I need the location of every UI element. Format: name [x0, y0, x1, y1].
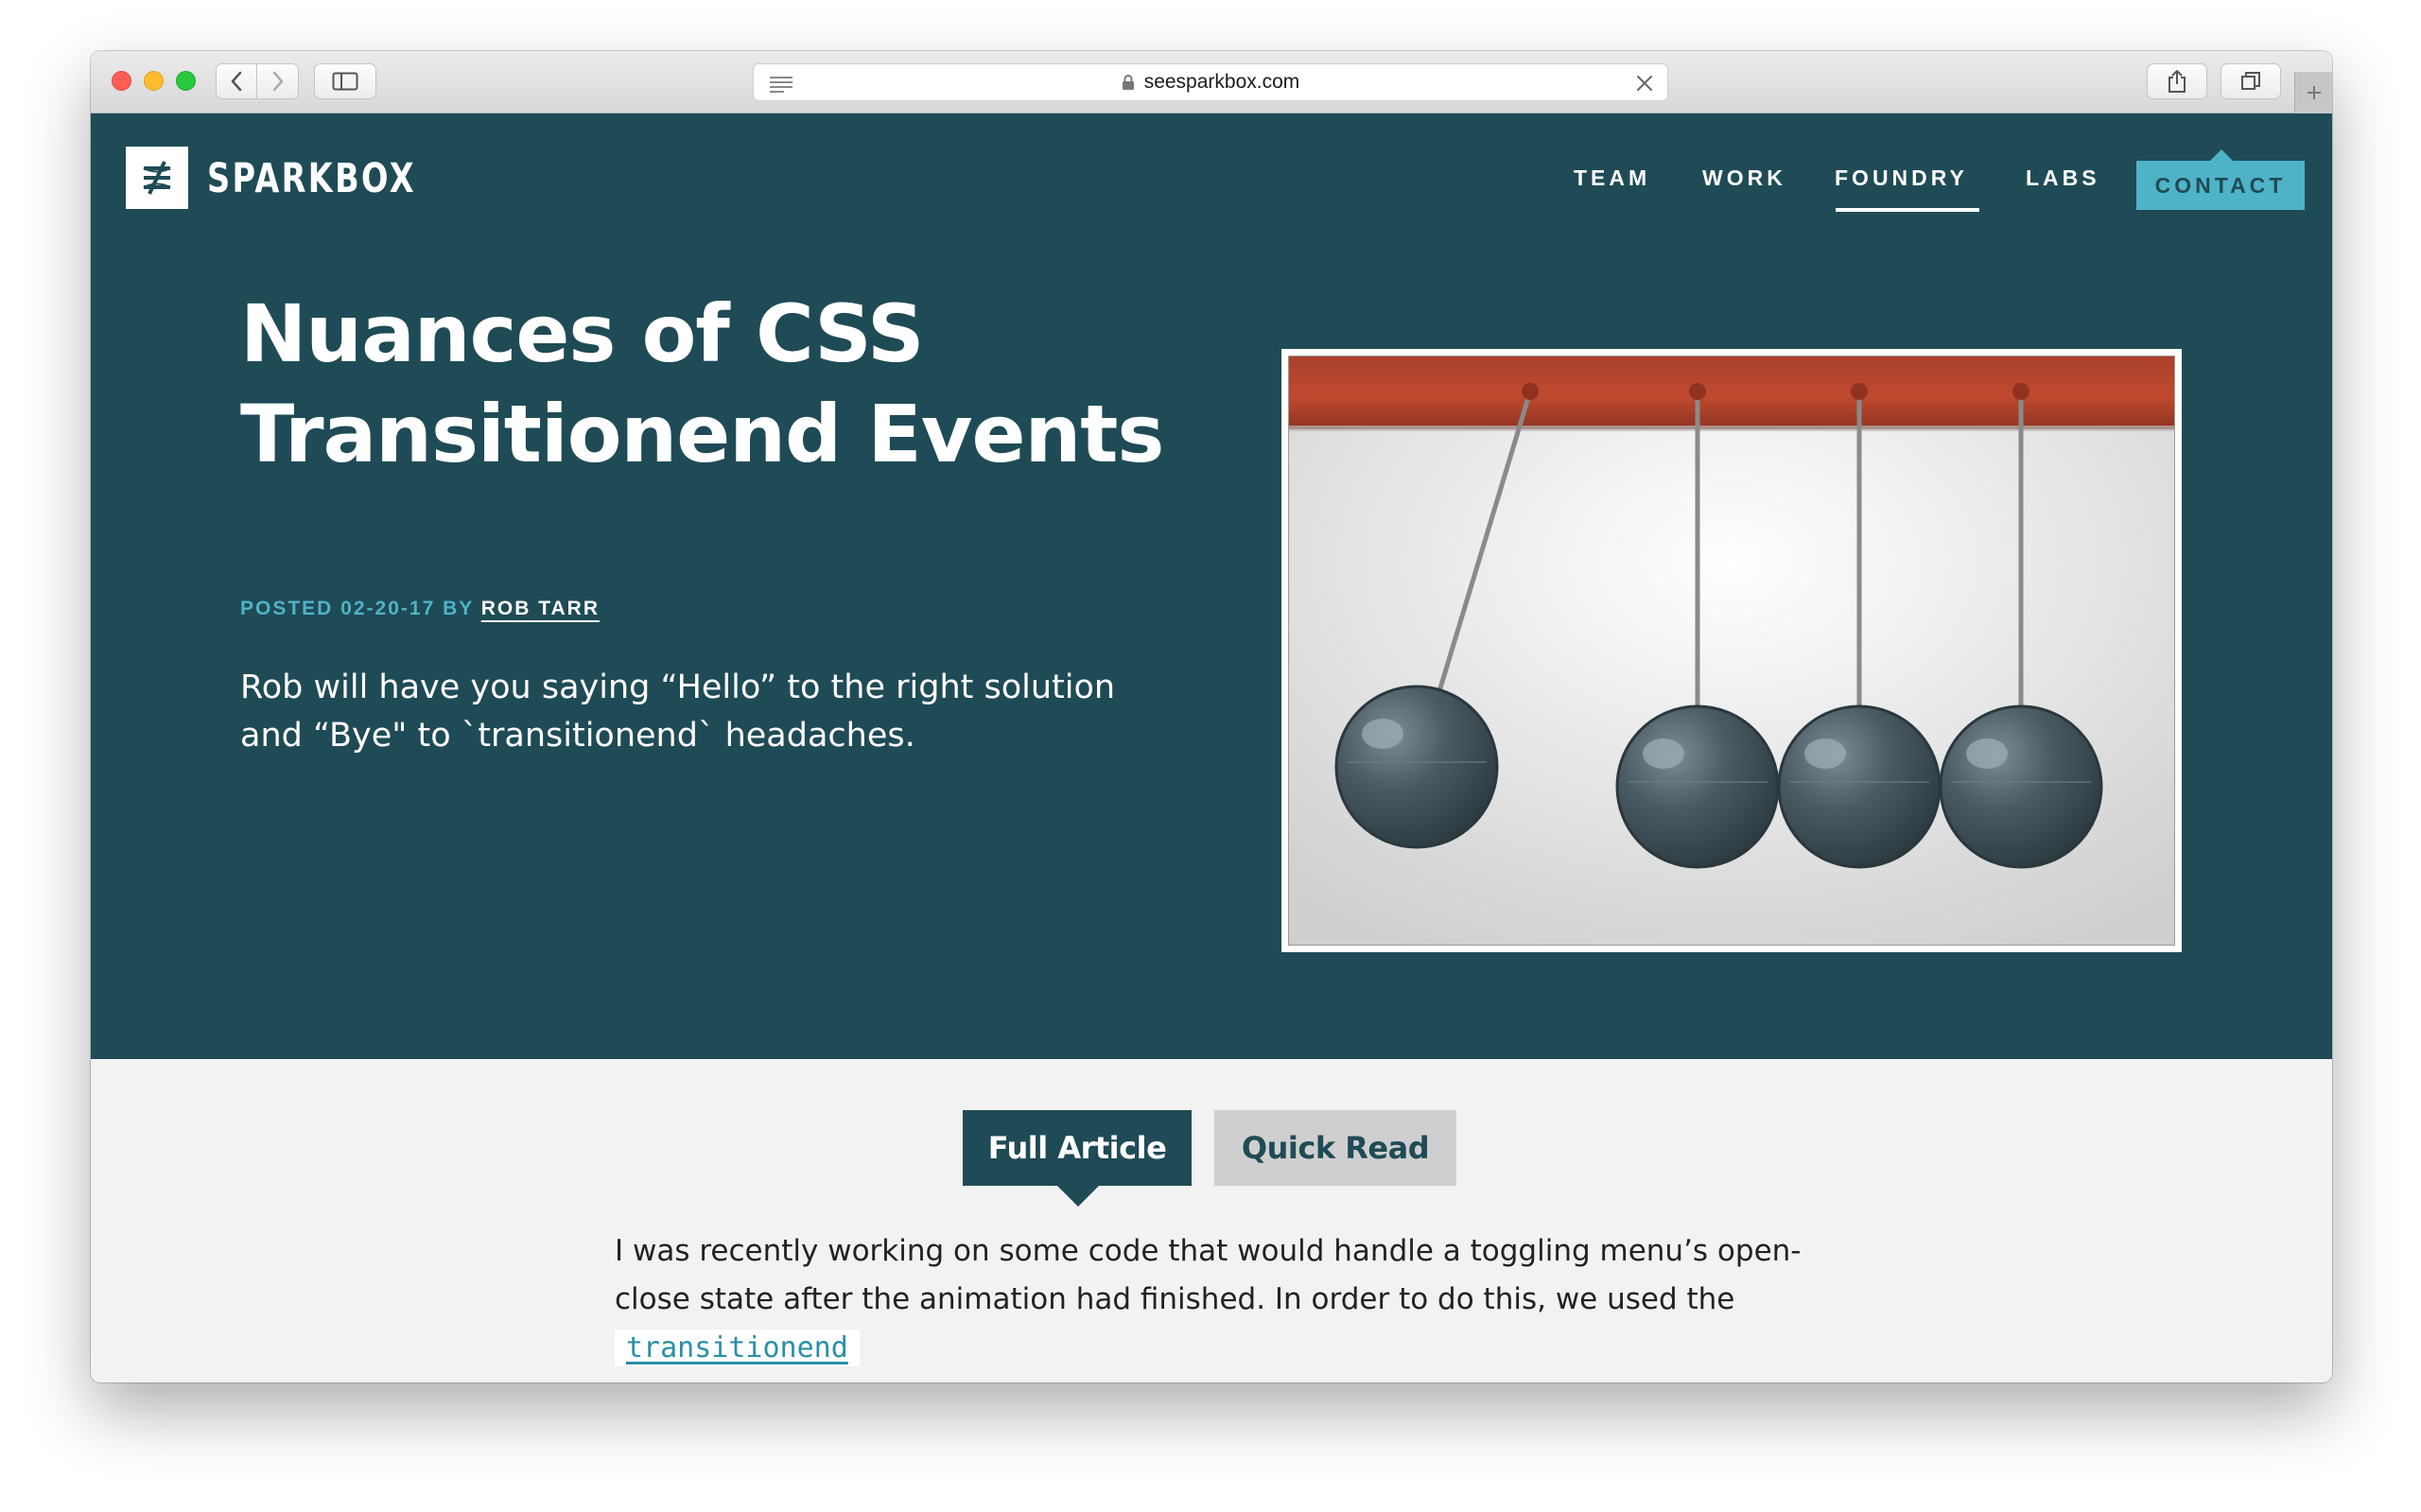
nav-work[interactable]: WORK	[1702, 161, 1786, 195]
nav-active-indicator	[1836, 208, 1979, 212]
sidebar-icon	[332, 72, 358, 91]
close-window-button[interactable]	[112, 71, 131, 91]
post-title-line-1: Nuances of CSS	[240, 287, 925, 380]
newtons-cradle-art	[1288, 356, 2175, 946]
newtons-cradle-illustration	[1281, 349, 2182, 952]
browser-toolbar: seesparkbox.com	[91, 51, 2332, 113]
post-title: Nuances of CSS Transitionend Events	[240, 284, 1186, 484]
sidebar-button[interactable]	[314, 63, 376, 99]
plus-icon	[2307, 86, 2321, 99]
nav-foundry[interactable]: FOUNDRY	[1835, 161, 1968, 195]
tabs-icon	[2241, 72, 2260, 90]
minimize-window-button[interactable]	[144, 71, 164, 91]
sparkbox-logo-text[interactable]: SPARKBOX	[207, 151, 416, 206]
post-title-line-2: Transitionend Events	[240, 388, 1164, 480]
ball-1	[1334, 685, 1499, 849]
show-tabs-button[interactable]	[2221, 63, 2281, 99]
forward-button[interactable]	[257, 63, 299, 99]
hero-section: SPARKBOX TEAM WORK FOUNDRY LABS CONTACT …	[91, 113, 2332, 1059]
lock-icon	[1122, 75, 1134, 90]
share-button[interactable]	[2147, 63, 2207, 99]
close-icon[interactable]	[1635, 74, 1654, 93]
ball-2	[1615, 704, 1780, 869]
post-summary: Rob will have you saying “Hello” to the …	[240, 669, 1116, 755]
contact-button[interactable]: CONTACT	[2136, 161, 2305, 210]
article-section: Full Article Quick Read I was recently w…	[91, 1059, 2332, 1382]
posted-label: POSTED 02-20-17 BY	[240, 598, 474, 619]
tab-quick-read[interactable]: Quick Read	[1214, 1110, 1456, 1186]
nav-team[interactable]: TEAM	[1574, 161, 1650, 195]
new-tab-button[interactable]	[2294, 72, 2332, 113]
tab-selected-pointer	[1057, 1186, 1099, 1207]
logo-icon	[143, 161, 171, 195]
ball-3	[1777, 704, 1942, 869]
article-text: I was recently working on some code that…	[615, 1234, 1802, 1316]
zoom-window-button[interactable]	[176, 71, 196, 91]
sparkbox-logo-mark[interactable]	[126, 147, 188, 209]
address-bar[interactable]: seesparkbox.com	[753, 63, 1668, 101]
forward-icon	[272, 71, 283, 92]
contact-notch	[2210, 149, 2233, 161]
article-paragraph: I was recently working on some code that…	[615, 1227, 1844, 1372]
nav-labs[interactable]: LABS	[2026, 161, 2100, 195]
back-icon	[231, 71, 242, 92]
share-icon	[2168, 70, 2186, 93]
browser-window: seesparkbox.com SPARKBOX TEAM WORK FOUND…	[91, 51, 2332, 1382]
url-text: seesparkbox.com	[1143, 71, 1300, 93]
post-meta: POSTED 02-20-17 BY ROB TARR	[240, 596, 600, 622]
ball-4	[1939, 704, 2103, 869]
transitionend-link[interactable]: transitionend	[615, 1330, 860, 1366]
url-display: seesparkbox.com	[754, 64, 1667, 100]
tab-full-article[interactable]: Full Article	[963, 1110, 1192, 1186]
author-link[interactable]: ROB TARR	[481, 598, 600, 619]
back-button[interactable]	[216, 63, 257, 99]
